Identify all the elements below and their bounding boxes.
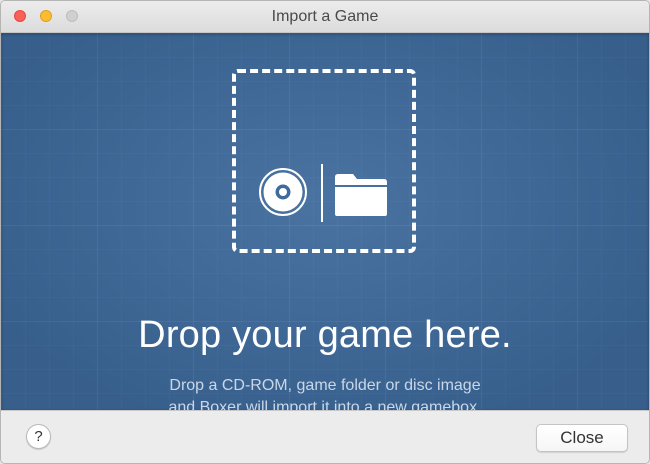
game-drop-zone[interactable]: Drop your game here. Drop a CD-ROM, game… [1,33,649,416]
icon-divider [321,164,323,222]
drop-instructions-line-1: Drop a CD-ROM, game folder or disc image [169,377,481,394]
disc-icon [259,168,307,216]
title-bar: Import a Game [1,1,649,33]
close-button[interactable]: Close [536,424,628,452]
import-window: Import a Game Drop your game here. Drop … [0,0,650,464]
drop-headline: Drop your game here. [138,314,512,356]
bottom-bar: ? Close [1,410,649,463]
folder-icon [335,174,387,216]
window-title: Import a Game [271,8,379,25]
help-button[interactable]: ? [26,424,51,449]
drop-target-frame [232,69,416,253]
